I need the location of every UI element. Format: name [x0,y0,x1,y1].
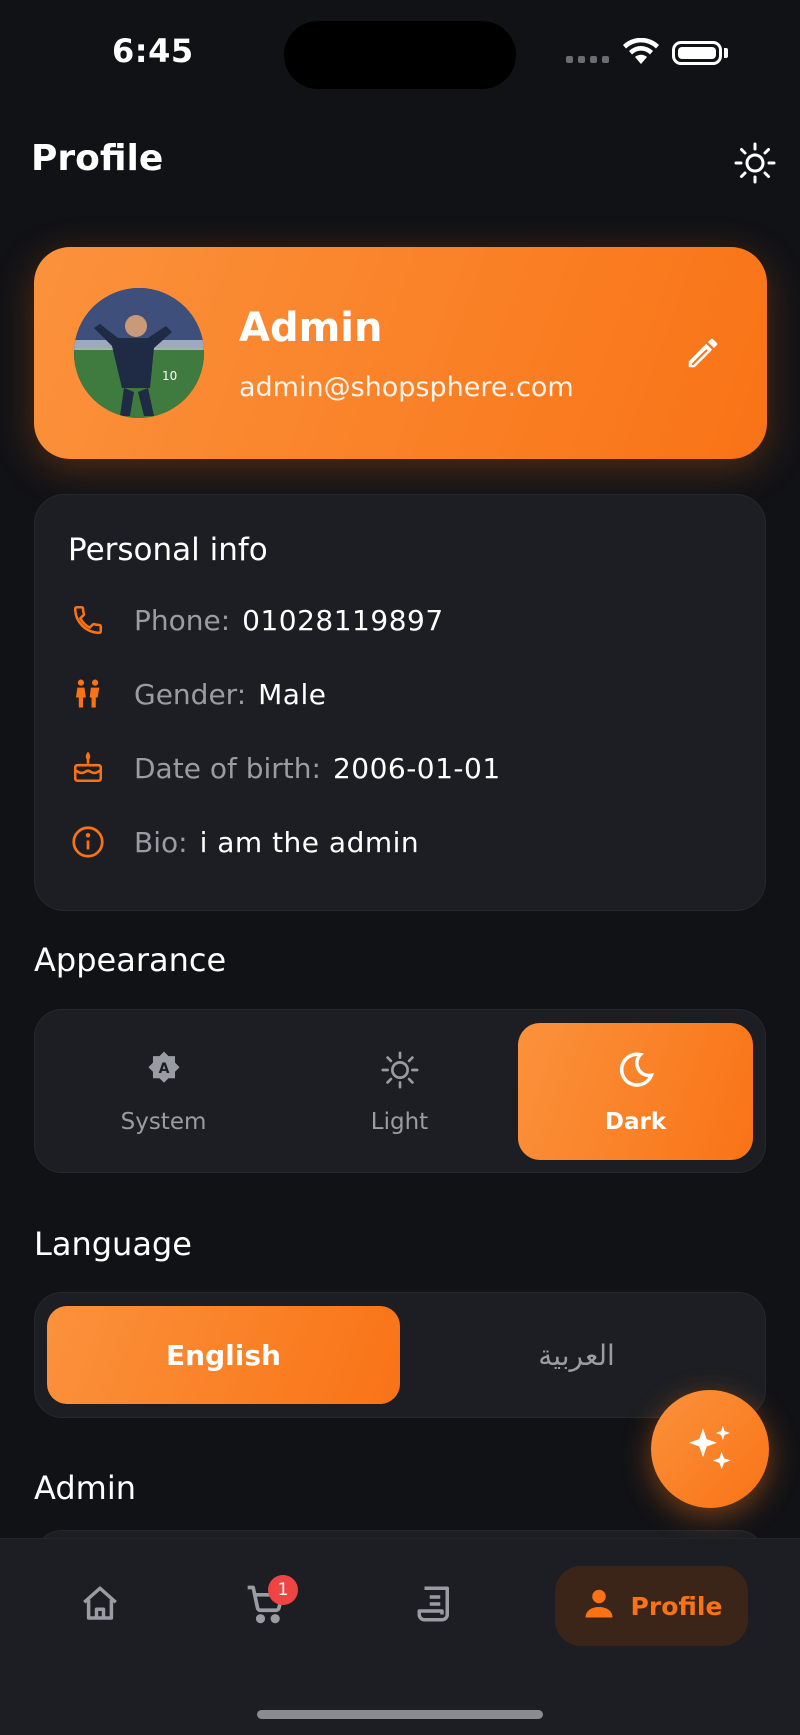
appearance-option-dark[interactable]: Dark [518,1023,753,1160]
info-row-gender: Gender: Male [68,674,326,714]
nav-orders[interactable] [395,1566,475,1646]
battery-tip [724,48,728,58]
info-label: Bio: [134,825,188,859]
battery-icon [672,41,722,65]
orders-icon [414,1583,456,1629]
nav-cart[interactable] [226,1566,306,1646]
appearance-option-light[interactable]: Light [282,1023,517,1160]
language-option-arabic[interactable]: العربية [400,1306,753,1404]
info-row-bio: Bio: i am the admin [68,822,419,862]
sparkle-icon [682,1419,738,1479]
nav-profile-label: Profile [630,1591,723,1621]
gender-icon [68,674,108,714]
dynamic-island [284,21,516,89]
info-value: 01028119897 [242,603,444,637]
svg-text:10: 10 [162,369,177,383]
info-label: Gender: [134,677,247,711]
info-icon [68,822,108,862]
status-time: 6:45 [112,32,194,70]
appearance-option-label: System [120,1108,207,1135]
info-value: Male [258,677,327,711]
cart-badge: 1 [268,1575,298,1605]
admin-title: Admin [34,1469,136,1507]
info-row-phone: Phone: 01028119897 [68,600,444,640]
phone-icon [68,600,108,640]
profile-email: admin@shopsphere.com [239,372,574,403]
nav-home[interactable] [60,1566,140,1646]
language-title: Language [34,1225,192,1263]
info-label: Phone: [134,603,231,637]
signal-icon [566,56,609,63]
info-value: i am the admin [199,825,420,859]
profile-name: Admin [239,305,383,351]
appearance-option-label: Dark [604,1108,667,1135]
wifi-icon [622,37,660,70]
sparkle-fab-button[interactable] [651,1390,769,1508]
sun-icon[interactable] [730,138,780,188]
moon-icon [615,1049,657,1097]
edit-icon[interactable] [680,330,726,376]
svg-text:A: A [158,1060,169,1076]
info-row-birthdate: Date of birth: 2006-01-01 [68,748,501,788]
personal-info-title: Personal info [68,532,268,568]
page-title: Profile [31,138,164,179]
cake-icon [68,748,108,788]
info-label: Date of birth: [134,751,321,785]
avatar[interactable]: 10 [74,288,204,418]
home-icon [79,1583,121,1629]
auto-brightness-icon: A [143,1049,185,1097]
appearance-option-label: Light [370,1108,429,1135]
appearance-option-system[interactable]: A System [46,1023,281,1160]
appearance-title: Appearance [34,941,227,979]
person-icon [581,1586,617,1626]
nav-profile[interactable]: Profile [555,1566,748,1646]
sun-icon [379,1049,421,1097]
info-value: 2006-01-01 [332,751,501,785]
home-indicator [257,1710,543,1719]
language-option-english[interactable]: English [47,1306,400,1404]
